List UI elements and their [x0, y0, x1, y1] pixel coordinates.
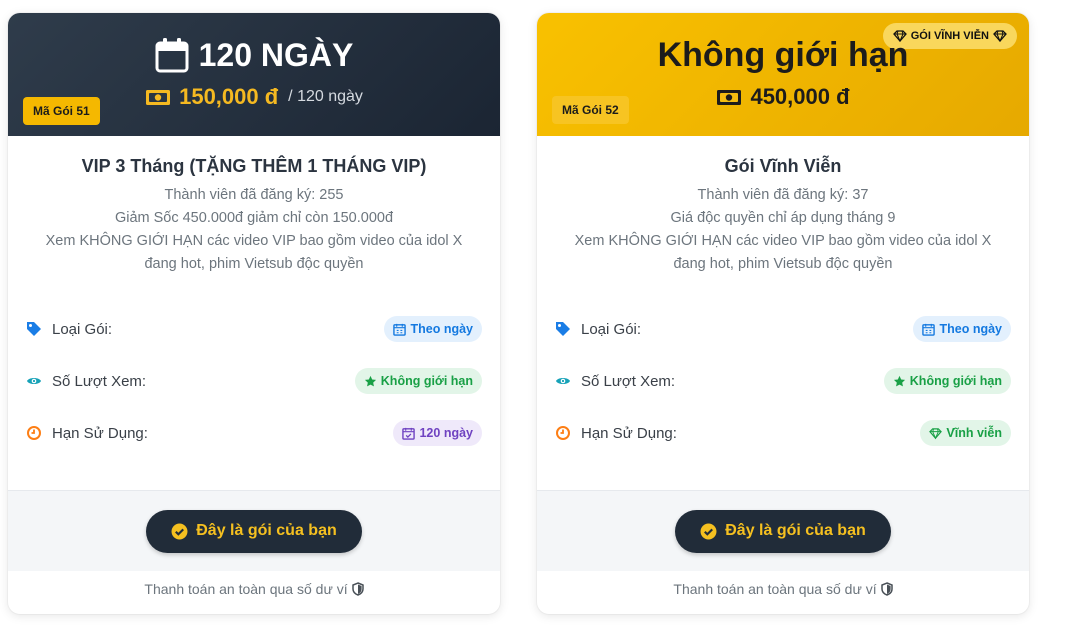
feature-row-views: Số Lượt Xem: Không giới hạn [555, 355, 1011, 407]
plan-card-header: GÓI VĨNH VIỄN Không giới hạn 450,000 đ M… [537, 13, 1029, 136]
plan-card-51: 120 NGÀY 150,000 đ / 120 ngày Mã Gói 51 … [8, 13, 500, 614]
description-line: Thành viên đã đăng ký: 37 [697, 187, 869, 203]
feature-label: Hạn Sử Dụng: [52, 424, 148, 442]
plan-price-amount: 450,000 đ [750, 84, 850, 109]
feature-label: Loại Gói: [581, 320, 642, 338]
money-icon [717, 89, 742, 105]
package-code-badge: Mã Gói 52 [552, 96, 629, 124]
plan-card-footer: Đây là gói của bạn [537, 490, 1029, 571]
feature-row-expiry: Hạn Sử Dụng: 120 ngày [26, 407, 482, 459]
feature-row-views: Số Lượt Xem: Không giới hạn [26, 355, 482, 407]
expiry-chip: Vĩnh viễn [920, 420, 1011, 446]
plan-title: Không giới hạn [537, 35, 1029, 75]
plan-card-header: 120 NGÀY 150,000 đ / 120 ngày Mã Gói 51 [8, 13, 500, 136]
check-circle-icon [171, 523, 188, 539]
feature-label: Hạn Sử Dụng: [581, 424, 677, 442]
eye-icon [27, 378, 41, 384]
description-line: Xem KHÔNG GIỚI HẠN các video VIP bao gồm… [574, 233, 992, 272]
current-plan-button[interactable]: Đây là gói của bạn [675, 509, 891, 553]
type-chip: Theo ngày [913, 316, 1011, 342]
feature-row-type: Loại Gói: Theo ngày [555, 303, 1011, 355]
plan-features: Loại Gói: Theo ngày Số Lượt Xem: Không g… [26, 303, 482, 459]
tag-icon [27, 322, 41, 336]
eye-icon [556, 378, 570, 384]
secure-payment-note: Thanh toán an toàn qua số dư ví [8, 581, 500, 597]
secure-payment-text: Thanh toán an toàn qua số dư ví [144, 581, 348, 597]
views-chip-label: Không giới hạn [380, 374, 473, 388]
current-plan-button[interactable]: Đây là gói của bạn [146, 509, 362, 553]
plan-card-body: Gói Vĩnh Viễn Thành viên đã đăng ký: 37 … [537, 154, 1029, 276]
plan-price-amount: 150,000 đ [179, 84, 279, 109]
calendar-check-icon [402, 427, 416, 440]
shield-icon [880, 582, 893, 596]
description-line: Xem KHÔNG GIỚI HẠN các video VIP bao gồm… [45, 233, 463, 272]
check-circle-icon [700, 523, 717, 539]
star-icon [893, 375, 905, 386]
type-chip-label: Theo ngày [939, 322, 1002, 336]
description-line: Giảm Sốc 450.000đ giảm chỉ còn 150.000đ [114, 210, 394, 226]
secure-payment-note: Thanh toán an toàn qua số dư ví [537, 581, 1029, 597]
expiry-chip-label: 120 ngày [419, 426, 473, 440]
calendar-icon [155, 38, 189, 73]
package-code-badge: Mã Gói 51 [23, 97, 100, 125]
money-icon [146, 89, 171, 105]
feature-label: Số Lượt Xem: [52, 372, 147, 390]
secure-payment-text: Thanh toán an toàn qua số dư ví [673, 581, 877, 597]
expiry-chip: 120 ngày [393, 420, 482, 446]
plan-name: VIP 3 Tháng (TẶNG THÊM 1 THÁNG VIP) [81, 156, 427, 176]
plan-price-period: / 120 ngày [288, 88, 363, 105]
plan-title: 120 NGÀY [8, 35, 500, 75]
views-chip: Không giới hạn [354, 368, 482, 394]
gem-icon [929, 427, 943, 439]
feature-label: Loại Gói: [52, 320, 113, 338]
plan-card-52: GÓI VĨNH VIỄN Không giới hạn 450,000 đ M… [537, 13, 1029, 614]
plan-title-text: Không giới hạn [657, 36, 909, 74]
type-chip-label: Theo ngày [410, 322, 473, 336]
plan-description: Thành viên đã đăng ký: 255 Giảm Sốc 450.… [28, 184, 480, 276]
calendar-icon [922, 323, 936, 336]
clock-icon [556, 426, 570, 440]
feature-row-expiry: Hạn Sử Dụng: Vĩnh viễn [555, 407, 1011, 459]
plan-description: Thành viên đã đăng ký: 37 Giá độc quyền … [557, 184, 1009, 276]
clock-icon [27, 426, 41, 440]
description-line: Thành viên đã đăng ký: 255 [164, 187, 344, 203]
plan-features: Loại Gói: Theo ngày Số Lượt Xem: Không g… [555, 303, 1011, 459]
star-icon [364, 375, 376, 386]
plan-card-footer: Đây là gói của bạn [8, 490, 500, 571]
feature-row-type: Loại Gói: Theo ngày [26, 303, 482, 355]
plan-title-text: 120 NGÀY [198, 37, 354, 73]
type-chip: Theo ngày [384, 316, 482, 342]
plan-card-body: VIP 3 Tháng (TẶNG THÊM 1 THÁNG VIP) Thàn… [8, 154, 500, 276]
feature-label: Số Lượt Xem: [581, 372, 676, 390]
views-chip: Không giới hạn [883, 368, 1011, 394]
current-plan-button-label: Đây là gói của bạn [196, 522, 337, 539]
current-plan-button-label: Đây là gói của bạn [725, 522, 866, 539]
description-line: Giá độc quyền chỉ áp dụng tháng 9 [670, 210, 896, 226]
tag-icon [556, 322, 570, 336]
shield-icon [351, 582, 364, 596]
calendar-icon [393, 323, 407, 336]
expiry-chip-label: Vĩnh viễn [946, 426, 1002, 440]
plan-name: Gói Vĩnh Viễn [724, 156, 842, 176]
views-chip-label: Không giới hạn [909, 374, 1002, 388]
